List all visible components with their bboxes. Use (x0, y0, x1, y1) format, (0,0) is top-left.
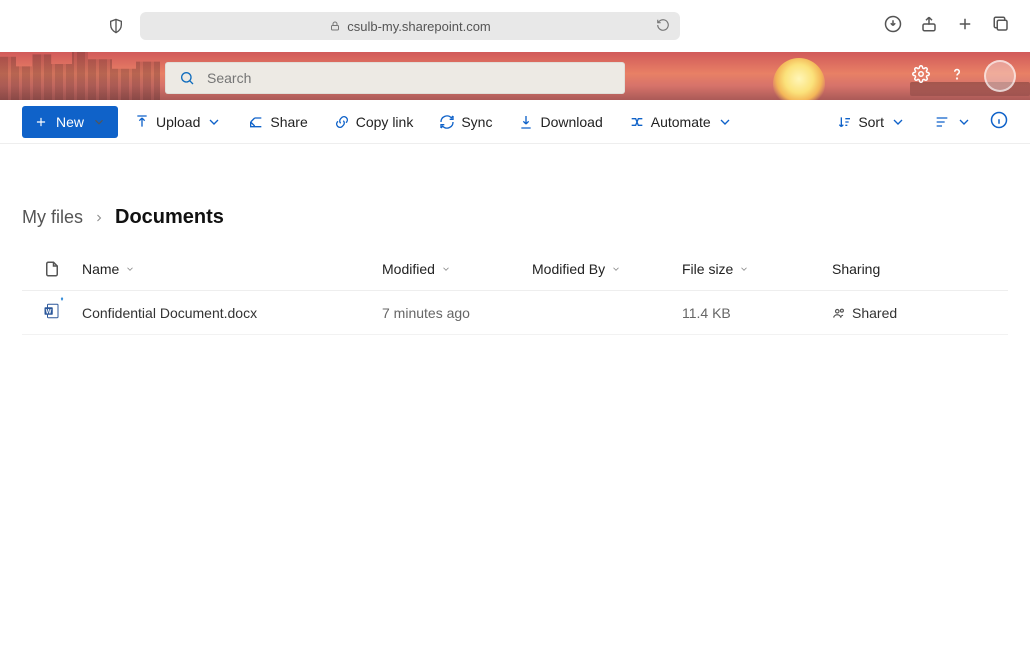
chevron-down-icon (890, 114, 906, 130)
sync-icon (439, 114, 455, 130)
automate-button[interactable]: Automate (619, 106, 743, 138)
banner-art-buildings (0, 52, 160, 100)
sort-button[interactable]: Sort (826, 106, 916, 138)
row-name-cell[interactable]: Confidential Document.docx (82, 305, 382, 321)
user-avatar[interactable] (984, 60, 1016, 92)
chevron-down-icon (611, 264, 621, 274)
table-header: Name Modified Modified By File size Shar… (22, 247, 1008, 291)
col-sharing-label: Sharing (832, 261, 880, 277)
sharing-status: Shared (852, 305, 897, 321)
automate-label: Automate (651, 114, 711, 130)
downloads-icon[interactable] (884, 15, 902, 38)
view-list-icon (934, 114, 950, 130)
breadcrumb-root[interactable]: My files (22, 207, 83, 228)
chevron-down-icon (206, 114, 222, 130)
settings-icon[interactable] (912, 65, 930, 88)
row-icon-cell: W (22, 302, 82, 323)
share-icon (248, 114, 264, 130)
search-box[interactable] (165, 62, 625, 94)
chevron-down-icon (441, 264, 451, 274)
chevron-down-icon (125, 264, 135, 274)
view-options-button[interactable] (930, 106, 976, 138)
share-label: Share (270, 114, 307, 130)
address-bar[interactable]: csulb-my.sharepoint.com (140, 12, 680, 40)
share-button[interactable]: Share (238, 106, 317, 138)
row-sharing-cell[interactable]: Shared (832, 305, 982, 321)
chevron-down-icon (92, 115, 106, 129)
sort-icon (836, 114, 852, 130)
reload-icon[interactable] (656, 18, 670, 35)
file-type-icon (43, 260, 61, 278)
download-label: Download (540, 114, 602, 130)
details-pane-toggle[interactable] (990, 111, 1008, 132)
share-overlay-icon (57, 296, 67, 306)
privacy-shield-icon[interactable] (108, 18, 124, 34)
share-sheet-icon[interactable] (920, 15, 938, 38)
copy-link-button[interactable]: Copy link (324, 106, 424, 138)
sort-label: Sort (858, 114, 884, 130)
col-file-size-label: File size (682, 261, 733, 277)
word-doc-icon: W (43, 302, 61, 323)
new-tab-icon[interactable] (956, 15, 974, 38)
column-header-modified-by[interactable]: Modified By (532, 261, 682, 277)
browser-right-controls (884, 15, 1010, 38)
upload-icon (134, 114, 150, 130)
svg-text:W: W (46, 309, 52, 315)
column-header-sharing[interactable]: Sharing (832, 261, 982, 277)
chevron-down-icon (956, 114, 972, 130)
search-icon (179, 70, 195, 86)
table-row[interactable]: W Confidential Document.docx 7 minutes a… (22, 291, 1008, 335)
new-button[interactable]: New (22, 106, 118, 138)
column-header-file-size[interactable]: File size (682, 261, 832, 277)
file-name: Confidential Document.docx (82, 305, 257, 321)
chevron-down-icon (717, 114, 733, 130)
url-host: csulb-my.sharepoint.com (347, 19, 491, 34)
breadcrumb-current: Documents (115, 206, 224, 229)
site-banner (0, 52, 1030, 100)
link-icon (334, 114, 350, 130)
banner-utility-icons (912, 52, 1016, 100)
chevron-down-icon (739, 264, 749, 274)
flow-icon (629, 114, 645, 130)
download-icon (518, 114, 534, 130)
chevron-right-icon (93, 212, 105, 224)
search-input[interactable] (207, 70, 611, 86)
col-modified-label: Modified (382, 261, 435, 277)
sync-button[interactable]: Sync (429, 106, 502, 138)
help-icon[interactable] (948, 65, 966, 88)
col-modified-by-label: Modified By (532, 261, 605, 277)
command-bar: New Upload Share Copy link Sync Download… (0, 100, 1030, 144)
sync-label: Sync (461, 114, 492, 130)
copy-link-label: Copy link (356, 114, 414, 130)
col-name-label: Name (82, 261, 119, 277)
lock-icon (329, 20, 341, 32)
info-icon (990, 111, 1008, 129)
download-button[interactable]: Download (508, 106, 612, 138)
row-modified-cell: 7 minutes ago (382, 305, 532, 321)
banner-art-sun (773, 58, 825, 100)
file-table: Name Modified Modified By File size Shar… (22, 247, 1008, 335)
column-header-modified[interactable]: Modified (382, 261, 532, 277)
breadcrumb: My files Documents (0, 144, 1030, 247)
people-icon (832, 306, 846, 320)
new-label: New (56, 114, 84, 130)
column-header-type[interactable] (22, 260, 82, 278)
row-file-size-cell: 11.4 KB (682, 305, 832, 321)
plus-icon (34, 115, 48, 129)
upload-button[interactable]: Upload (124, 106, 232, 138)
tabs-overview-icon[interactable] (992, 15, 1010, 38)
column-header-name[interactable]: Name (82, 261, 382, 277)
upload-label: Upload (156, 114, 200, 130)
browser-chrome: csulb-my.sharepoint.com (0, 0, 1030, 52)
